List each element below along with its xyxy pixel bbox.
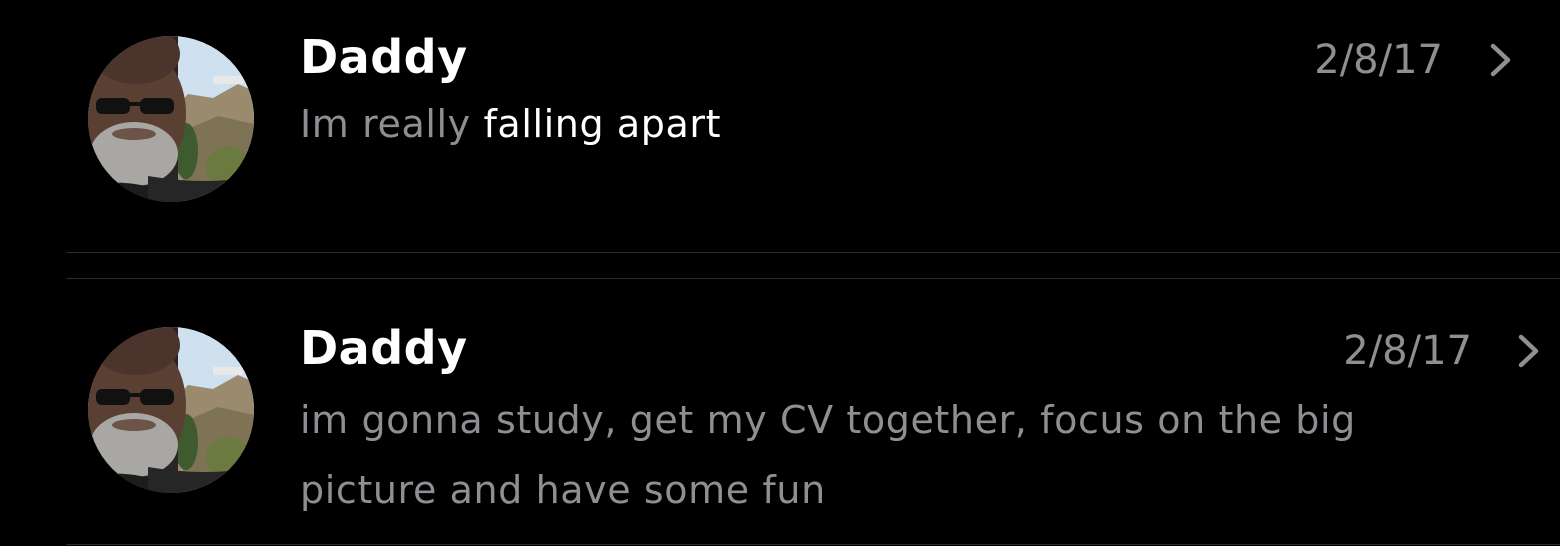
chevron-right-icon[interactable] — [1512, 332, 1546, 370]
contact-avatar[interactable] — [88, 36, 254, 202]
search-match-text: falling apart — [483, 102, 722, 146]
contact-avatar[interactable] — [88, 327, 254, 493]
search-results-list: Daddy 2/8/17 Im really falling apart Dad… — [0, 0, 1560, 546]
message-preview: Im really falling apart — [300, 100, 721, 148]
contact-name: Daddy — [300, 30, 468, 84]
message-preview: im gonna study, get my CV together, focu… — [300, 398, 1356, 512]
row-divider — [66, 544, 1560, 545]
conversation-row[interactable]: Daddy 2/8/17 Im really falling apart — [0, 0, 1560, 252]
message-date: 2/8/17 — [1343, 328, 1472, 374]
avatar-photo-icon — [88, 36, 254, 202]
avatar-photo-icon — [88, 327, 254, 493]
row-divider — [66, 252, 1560, 253]
contact-name: Daddy — [300, 321, 468, 375]
chevron-right-icon[interactable] — [1484, 41, 1518, 79]
preview-text: Im really — [300, 102, 484, 146]
message-date: 2/8/17 — [1314, 37, 1443, 83]
conversation-row[interactable]: Daddy 2/8/17 im gonna study, get my CV t… — [0, 279, 1560, 544]
